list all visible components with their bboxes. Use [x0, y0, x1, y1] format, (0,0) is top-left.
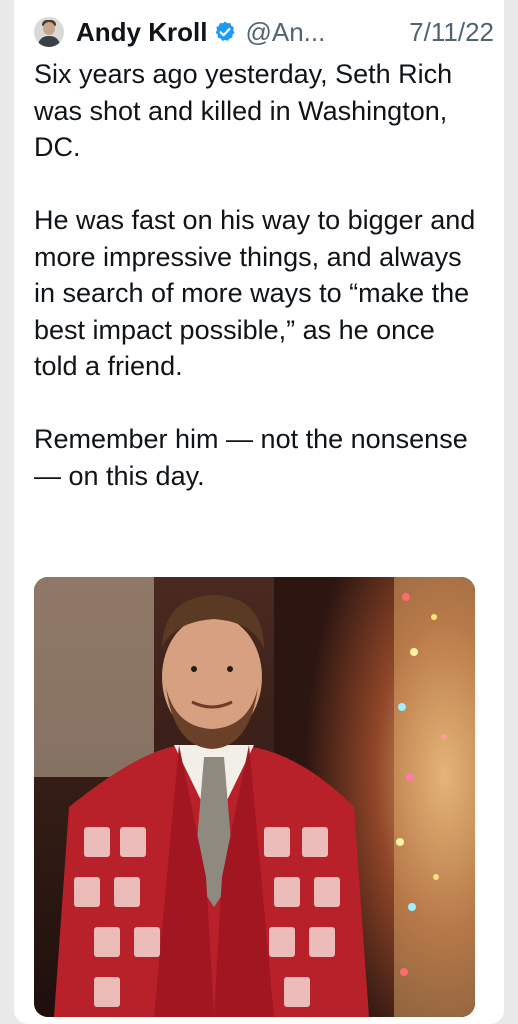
- author-avatar[interactable]: [34, 17, 64, 47]
- author-name[interactable]: Andy Kroll: [76, 17, 207, 48]
- tweet-card[interactable]: Andy Kroll @An... 7/11/22 Six years ago …: [14, 0, 504, 1024]
- tweet-paragraph: Six years ago yesterday, Seth Rich was s…: [34, 59, 453, 162]
- tweet-paragraph: Remember him — not the nonsense — on thi…: [34, 424, 468, 491]
- tweet-photo[interactable]: [34, 577, 475, 1017]
- author-handle[interactable]: @An...: [245, 17, 325, 48]
- photo-illustration: [34, 577, 475, 1017]
- tweet-date[interactable]: 7/11/22: [409, 17, 494, 48]
- verified-badge-icon: [216, 21, 235, 41]
- tweet-text: Six years ago yesterday, Seth Rich was s…: [34, 56, 484, 494]
- tweet-paragraph: He was fast on his way to bigger and mor…: [34, 205, 476, 381]
- tweet-header: Andy Kroll @An... 7/11/22: [34, 12, 494, 52]
